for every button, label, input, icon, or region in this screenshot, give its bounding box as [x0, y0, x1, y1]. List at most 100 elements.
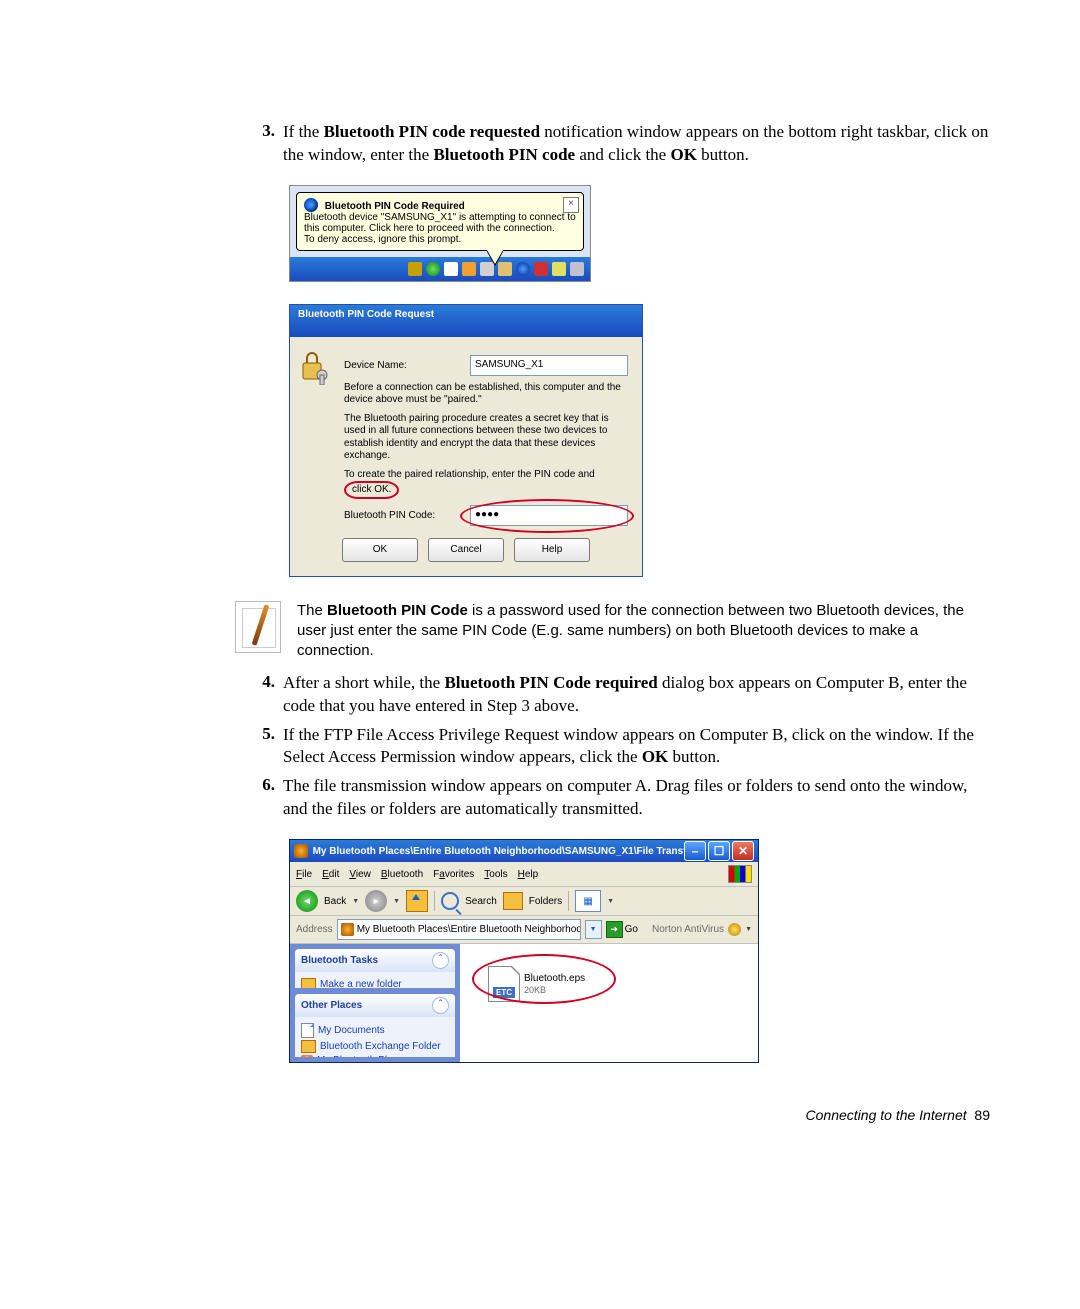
bluetooth-info-icon [304, 198, 318, 212]
collapse-icon[interactable]: ˆ [432, 952, 449, 969]
place-bluetooth-exchange[interactable]: Bluetooth Exchange Folder [301, 1040, 449, 1053]
balloon: × Bluetooth PIN Code Required Bluetooth … [296, 192, 584, 251]
file-list-area[interactable]: ETC Bluetooth.eps 20KB [460, 944, 758, 1062]
tray-icon [426, 262, 440, 276]
back-label[interactable]: Back [324, 896, 346, 907]
file-item[interactable]: ETC Bluetooth.eps 20KB [488, 966, 585, 1002]
tray-bluetooth-icon[interactable] [516, 262, 530, 276]
norton-label: Norton AntiVirus [652, 924, 724, 935]
folders-label[interactable]: Folders [529, 896, 562, 907]
note-text: The Bluetooth PIN Code is a password use… [297, 601, 990, 662]
step-text: If the Bluetooth PIN code requested noti… [283, 121, 990, 167]
balloon-line: To deny access, ignore this prompt. [304, 234, 576, 245]
step-number: 4. [235, 672, 283, 718]
step-text: If the FTP File Access Privilege Request… [283, 724, 990, 770]
maximize-button[interactable]: ☐ [708, 841, 730, 861]
back-dropdown[interactable]: ▼ [352, 898, 359, 905]
close-icon[interactable]: × [563, 197, 579, 213]
step-5: 5. If the FTP File Access Privilege Requ… [235, 724, 990, 770]
folder-icon [301, 978, 316, 988]
up-folder-button[interactable] [406, 890, 428, 912]
step-4: 4. After a short while, the Bluetooth PI… [235, 672, 990, 718]
menu-edit[interactable]: Edit [322, 869, 339, 880]
pin-code-label: Bluetooth PIN Code: [344, 510, 470, 521]
tray-icon [444, 262, 458, 276]
address-dropdown[interactable]: ▼ [585, 920, 602, 939]
step-3: 3. If the Bluetooth PIN code requested n… [235, 121, 990, 167]
toolbar: ◄ Back ▼ ► ▼ Search Folders ▦ ▼ [290, 887, 758, 916]
search-label[interactable]: Search [465, 896, 497, 907]
step-number: 5. [235, 724, 283, 770]
views-dropdown[interactable]: ▼ [607, 898, 614, 905]
search-icon[interactable] [441, 892, 459, 910]
address-field[interactable]: My Bluetooth Places\Entire Bluetooth Nei… [337, 919, 581, 940]
pin-request-dialog: Bluetooth PIN Code Request Device Name: … [289, 304, 643, 577]
tray-icon [534, 262, 548, 276]
folder-icon [301, 1040, 316, 1053]
address-label: Address [296, 924, 333, 935]
file-name: Bluetooth.eps [524, 973, 585, 985]
go-button[interactable]: ➜Go [606, 921, 638, 938]
system-tray [290, 257, 590, 281]
step-number: 6. [235, 775, 283, 821]
norton-dropdown[interactable]: ▼ [745, 926, 752, 933]
page-footer: Connecting to the Internet 89 [235, 1107, 990, 1123]
bluetooth-places-icon [341, 923, 354, 936]
highlight-click-ok: click OK. [344, 481, 399, 499]
pin-code-input[interactable]: ●●●● [470, 505, 628, 526]
help-button[interactable]: Help [514, 538, 590, 562]
dialog-info: Before a connection can be established, … [344, 382, 628, 407]
menu-bar: File Edit View Bluetooth Favorites Tools… [290, 862, 758, 887]
tray-icon [552, 262, 566, 276]
menu-favorites[interactable]: Favorites [433, 869, 474, 880]
place-my-documents[interactable]: My Documents [301, 1023, 449, 1038]
folders-icon[interactable] [503, 892, 523, 910]
step-6: 6. The file transmission window appears … [235, 775, 990, 821]
tray-icon [408, 262, 422, 276]
step-text: The file transmission window appears on … [283, 775, 990, 821]
device-name-label: Device Name: [344, 360, 470, 371]
close-button[interactable]: ✕ [732, 841, 754, 861]
balloon-notification-screenshot: × Bluetooth PIN Code Required Bluetooth … [289, 185, 591, 282]
file-icon: ETC [488, 966, 520, 1002]
windows-flag-icon [728, 865, 752, 883]
collapse-icon[interactable]: ˆ [432, 997, 449, 1014]
address-bar: Address My Bluetooth Places\Entire Bluet… [290, 916, 758, 944]
menu-tools[interactable]: Tools [484, 869, 507, 880]
note-block: The Bluetooth PIN Code is a password use… [235, 601, 990, 662]
device-name-field: SAMSUNG_X1 [470, 355, 628, 376]
note-icon [235, 601, 281, 653]
task-make-new-folder[interactable]: Make a new folder [301, 978, 449, 988]
views-button[interactable]: ▦ [575, 890, 601, 912]
balloon-line: Bluetooth device "SAMSUNG_X1" is attempt… [304, 212, 576, 234]
tray-icon [462, 262, 476, 276]
lock-key-icon [300, 349, 328, 385]
ok-button[interactable]: OK [342, 538, 418, 562]
explorer-window: My Bluetooth Places\Entire Bluetooth Nei… [289, 839, 759, 1063]
dialog-titlebar: Bluetooth PIN Code Request [290, 305, 642, 337]
window-title: My Bluetooth Places\Entire Bluetooth Nei… [313, 846, 684, 857]
menu-bluetooth[interactable]: Bluetooth [381, 869, 423, 880]
step-text: After a short while, the Bluetooth PIN C… [283, 672, 990, 718]
documents-icon [301, 1023, 314, 1038]
minimize-button[interactable]: – [684, 841, 706, 861]
tasks-header: Bluetooth Tasks [301, 955, 378, 966]
bluetooth-icon: ✱ [301, 1055, 313, 1057]
dialog-info: To create the paired relationship, enter… [344, 469, 628, 499]
forward-button[interactable]: ► [365, 890, 387, 912]
forward-dropdown[interactable]: ▼ [393, 898, 400, 905]
bluetooth-places-icon [294, 844, 308, 858]
tasks-pane: Bluetooth Tasks ˆ Make a new folder Othe… [290, 944, 460, 1062]
places-header: Other Places [301, 1000, 362, 1011]
menu-view[interactable]: View [349, 869, 371, 880]
menu-help[interactable]: Help [518, 869, 539, 880]
balloon-title: Bluetooth PIN Code Required [325, 201, 465, 212]
back-button[interactable]: ◄ [296, 890, 318, 912]
step-number: 3. [235, 121, 283, 167]
place-my-bluetooth-places[interactable]: ✱ My Bluetooth Places [301, 1055, 449, 1057]
cancel-button[interactable]: Cancel [428, 538, 504, 562]
window-titlebar: My Bluetooth Places\Entire Bluetooth Nei… [290, 840, 758, 862]
menu-file[interactable]: File [296, 869, 312, 880]
file-size: 20KB [524, 985, 585, 995]
norton-icon[interactable] [728, 923, 741, 936]
